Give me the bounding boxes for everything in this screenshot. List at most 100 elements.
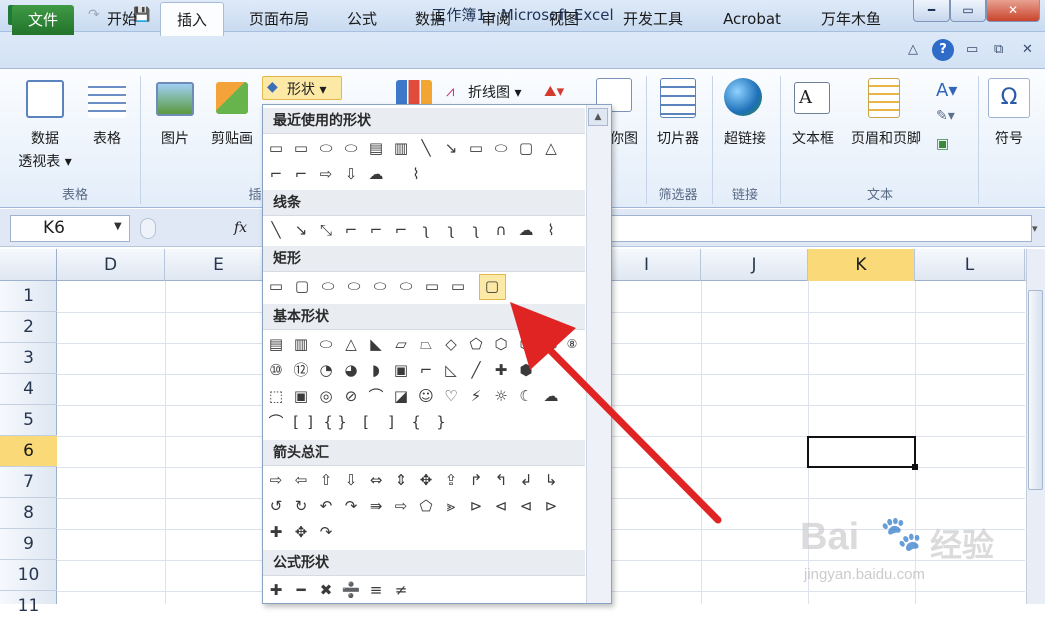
right-arrow-shape[interactable]: ⇨ bbox=[266, 470, 286, 490]
name-box[interactable]: K6 bbox=[10, 215, 130, 242]
tab-home[interactable]: 开始 bbox=[96, 2, 148, 36]
block-arc-shape[interactable]: ⌒ bbox=[366, 386, 386, 406]
rounded-rect-shape[interactable]: ▢ bbox=[292, 276, 312, 296]
clipart-button[interactable]: 剪贴画 bbox=[204, 128, 260, 148]
tab-file[interactable]: 文件 bbox=[12, 5, 74, 35]
row-header[interactable]: 6 bbox=[0, 436, 57, 467]
double-arrow-shape[interactable]: ⤡ bbox=[316, 220, 336, 240]
symbol-button[interactable]: 符号 bbox=[984, 128, 1034, 148]
right-arrow-shape[interactable]: ⇨ bbox=[316, 164, 336, 184]
not-equal-shape[interactable]: ≠ bbox=[391, 580, 411, 600]
pivot-table-label-2[interactable]: 透视表 ▾ bbox=[12, 151, 78, 171]
scroll-up-icon[interactable]: ▲ bbox=[588, 108, 608, 126]
double-brace-shape-end[interactable]: } bbox=[332, 412, 352, 432]
down-arrow-shape[interactable]: ⇩ bbox=[341, 470, 361, 490]
left-right-arrow-shape[interactable]: ⇔ bbox=[366, 470, 386, 490]
tab-acrobat[interactable]: Acrobat bbox=[712, 2, 792, 36]
snip-same-side-shape[interactable]: ⬭ bbox=[344, 276, 364, 296]
oval-shape[interactable]: ⬭ bbox=[491, 138, 511, 158]
round-same-side-shape[interactable]: ▭ bbox=[448, 276, 468, 296]
line-shape[interactable]: ╲ bbox=[416, 138, 436, 158]
picture-button[interactable]: 图片 bbox=[150, 128, 200, 148]
right-triangle-shape[interactable]: ◣ bbox=[366, 334, 386, 354]
left-bracket-shape[interactable]: [ bbox=[356, 412, 376, 432]
hyperlink-button[interactable]: 超链接 bbox=[716, 128, 774, 148]
column-header-e[interactable]: E bbox=[165, 249, 273, 281]
scribble-shape[interactable]: ⌇ bbox=[541, 220, 561, 240]
no-symbol-shape[interactable]: ⊘ bbox=[341, 386, 361, 406]
help-icon[interactable]: ? bbox=[932, 39, 954, 61]
row-header[interactable]: 5 bbox=[0, 405, 57, 436]
striped-right-arrow-shape[interactable]: ⇛ bbox=[366, 496, 386, 516]
scribble-shape[interactable]: ⌇ bbox=[406, 164, 426, 184]
parallelogram-shape[interactable]: ▱ bbox=[391, 334, 411, 354]
tab-data[interactable]: 数据 bbox=[404, 2, 456, 36]
scrollbar-thumb[interactable] bbox=[1028, 290, 1043, 490]
row-header[interactable]: 8 bbox=[0, 498, 57, 529]
shapes-button[interactable]: ◆ 形状 ▾ bbox=[262, 76, 342, 100]
rect-shape-2[interactable]: ▭ bbox=[466, 138, 486, 158]
curved-left-arrow-shape[interactable]: ↻ bbox=[291, 496, 311, 516]
elbow-arrow-shape[interactable]: ⌐ bbox=[291, 164, 311, 184]
divide-shape[interactable]: ➗ bbox=[341, 580, 361, 600]
folded-corner-shape[interactable]: ◪ bbox=[391, 386, 411, 406]
row-header[interactable]: 1 bbox=[0, 281, 57, 312]
slicer-button[interactable]: 切片器 bbox=[650, 128, 706, 148]
chord-shape[interactable]: ◕ bbox=[341, 360, 361, 380]
up-arrow-shape[interactable]: ⇧ bbox=[316, 470, 336, 490]
elbow-connector-shape[interactable]: ⌐ bbox=[341, 220, 361, 240]
snip-single-corner-shape[interactable]: ⬭ bbox=[318, 276, 338, 296]
curved-connector-shape[interactable]: ʅ bbox=[416, 220, 436, 240]
tab-developer[interactable]: 开发工具 bbox=[608, 2, 698, 36]
arc-shape[interactable]: ⌒ bbox=[266, 412, 286, 432]
minus-shape[interactable]: ━ bbox=[291, 580, 311, 600]
smiley-shape[interactable]: ☺ bbox=[416, 386, 436, 406]
right-brace-shape[interactable]: } bbox=[431, 412, 451, 432]
formula-divider-handle[interactable] bbox=[140, 218, 156, 239]
arrow-shape[interactable]: ↘ bbox=[291, 220, 311, 240]
half-frame-shape[interactable]: ⌐ bbox=[416, 360, 436, 380]
snip-diagonal-shape[interactable]: ⬭ bbox=[370, 276, 390, 296]
plus-shape[interactable]: ✚ bbox=[266, 580, 286, 600]
rect-shape[interactable]: ▭ bbox=[266, 276, 286, 296]
tab-page-layout[interactable]: 页面布局 bbox=[238, 2, 320, 36]
l-shape[interactable]: ◺ bbox=[441, 360, 461, 380]
tab-custom[interactable]: 万年木鱼 bbox=[806, 2, 896, 36]
column-header-l[interactable]: L bbox=[915, 249, 1025, 281]
curved-up-arrow-shape[interactable]: ↶ bbox=[316, 496, 336, 516]
tab-view[interactable]: 视图 bbox=[538, 2, 590, 36]
rect-shape[interactable]: ▭ bbox=[266, 138, 286, 158]
row-header[interactable]: 11 bbox=[0, 591, 57, 622]
vertical-textbox-shape[interactable]: ▥ bbox=[291, 334, 311, 354]
textbox-shape[interactable]: ▤ bbox=[266, 334, 286, 354]
fill-handle[interactable] bbox=[912, 464, 918, 470]
freeform-shape[interactable]: ☁ bbox=[516, 220, 536, 240]
row-header[interactable]: 7 bbox=[0, 467, 57, 498]
double-bracket-shape-end[interactable]: ] bbox=[300, 412, 320, 432]
snip-rect-shape[interactable]: ⬭ bbox=[316, 138, 336, 158]
pentagon-arrow-shape[interactable]: ⬠ bbox=[416, 496, 436, 516]
area-chart-icon[interactable]: ⛰▾ bbox=[544, 82, 564, 100]
column-header-k[interactable]: K bbox=[808, 249, 915, 281]
collapse-ribbon-icon[interactable]: △ bbox=[908, 42, 918, 57]
doc-restore-icon[interactable]: ⧉ bbox=[994, 42, 1003, 57]
signature-icon[interactable]: ✎▾ bbox=[936, 108, 955, 124]
select-all-corner[interactable] bbox=[0, 249, 57, 281]
quad-callout-shape[interactable]: ✥ bbox=[291, 522, 311, 542]
multiply-shape[interactable]: ✖ bbox=[316, 580, 336, 600]
snip-rect-shape-2[interactable]: ⬭ bbox=[341, 138, 361, 158]
table-button[interactable]: 表格 bbox=[82, 128, 132, 148]
equal-shape[interactable]: ≡ bbox=[366, 580, 386, 600]
curved-arrow-shape[interactable]: ʅ bbox=[441, 220, 461, 240]
left-right-callout-shape[interactable]: ✚ bbox=[266, 522, 286, 542]
elbow-arrow-shape[interactable]: ⌐ bbox=[366, 220, 386, 240]
row-header[interactable]: 4 bbox=[0, 374, 57, 405]
wordart-icon[interactable]: A▾ bbox=[936, 80, 957, 101]
freeform-shape[interactable]: ☁ bbox=[366, 164, 386, 184]
tab-formulas[interactable]: 公式 bbox=[336, 2, 388, 36]
doc-close-icon[interactable]: ✕ bbox=[1022, 42, 1033, 57]
bevel-shape[interactable]: ▣ bbox=[291, 386, 311, 406]
line-chart-button[interactable]: 折线图 ▾ bbox=[468, 82, 538, 102]
arrow-line-shape[interactable]: ↘ bbox=[441, 138, 461, 158]
curved-down-arrow-shape[interactable]: ↷ bbox=[341, 496, 361, 516]
